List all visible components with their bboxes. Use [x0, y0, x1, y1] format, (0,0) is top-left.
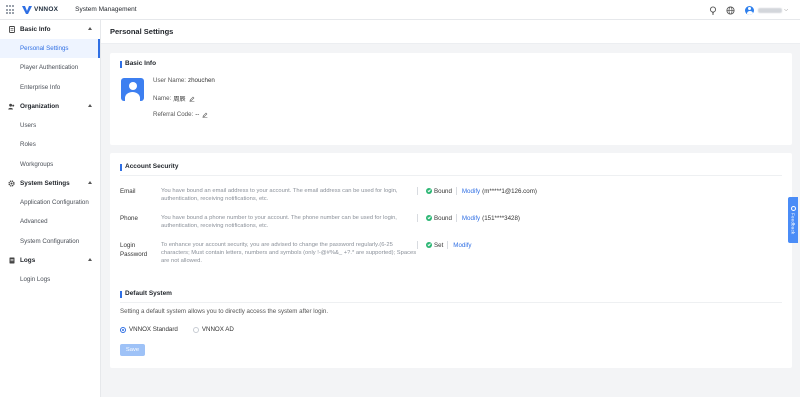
gear-icon — [8, 180, 15, 187]
divider — [120, 302, 782, 303]
save-button[interactable]: Save — [120, 344, 145, 356]
brand-logo[interactable]: VNNOX — [22, 5, 59, 14]
default-system-description: Setting a default system allows you to d… — [120, 308, 329, 315]
check-circle-icon — [426, 188, 432, 194]
sidebar-group-system-settings[interactable]: System Settings — [0, 174, 100, 193]
sidebar: Basic Info Personal Settings Player Auth… — [0, 20, 101, 397]
profile-avatar-icon — [121, 78, 144, 101]
edit-name-icon[interactable] — [189, 96, 195, 102]
collapse-caret-icon[interactable] — [88, 27, 92, 30]
default-system-title: Default System — [120, 290, 172, 298]
feedback-label: Feedback — [790, 212, 796, 235]
radio-vnnox-standard[interactable] — [120, 326, 126, 333]
log-icon — [8, 257, 15, 264]
sidebar-item-enterprise-info[interactable]: Enterprise Info — [0, 78, 100, 97]
password-status: Set Modify — [417, 241, 472, 249]
bulb-icon[interactable] — [708, 5, 718, 15]
password-status-text: Set — [434, 241, 444, 249]
check-circle-icon — [426, 242, 432, 248]
divider — [447, 241, 449, 249]
phone-status: Bound Modify (151****3428) — [417, 214, 520, 222]
divider — [417, 187, 418, 195]
divider — [417, 241, 418, 249]
brand-name: VNNOX — [34, 6, 59, 13]
user-name-label: User Name: — [153, 77, 187, 84]
sidebar-item-users[interactable]: Users — [0, 116, 100, 135]
user-group-icon — [8, 103, 15, 110]
sidebar-item-advanced[interactable]: Advanced — [0, 212, 100, 231]
name-value: 周辰 — [173, 96, 186, 103]
basic-info-card: Basic Info User Name: zhouchen Name: 周辰 … — [110, 53, 792, 145]
divider — [455, 187, 457, 195]
user-name[interactable] — [758, 7, 783, 13]
basic-info-title: Basic Info — [120, 60, 156, 68]
sidebar-item-login-logs[interactable]: Login Logs — [0, 270, 100, 289]
sidebar-item-application-configuration[interactable]: Application Configuration — [0, 193, 100, 212]
sidebar-item-personal-settings[interactable]: Personal Settings — [0, 39, 100, 59]
email-detail: (m*****1@126.com) — [482, 187, 537, 195]
document-icon — [8, 26, 15, 33]
sidebar-group-label: System Settings — [20, 179, 70, 187]
modify-email-link[interactable]: Modify — [462, 188, 480, 195]
referral-code-value: -- — [195, 111, 200, 118]
sidebar-group-label: Basic Info — [20, 26, 51, 33]
email-status-text: Bound — [434, 187, 452, 195]
user-avatar[interactable] — [745, 5, 755, 15]
divider — [417, 214, 418, 222]
globe-icon[interactable] — [725, 5, 735, 15]
sidebar-group-label: Organization — [20, 102, 60, 110]
sidebar-group-basic-info[interactable]: Basic Info — [0, 20, 100, 39]
feedback-tab[interactable]: Feedback — [788, 197, 798, 243]
phone-status-text: Bound — [434, 214, 452, 222]
chevron-down-icon[interactable]: ⌵ — [784, 7, 788, 13]
sidebar-group-organization[interactable]: Organization — [0, 97, 100, 116]
referral-code-label: Referral Code: — [153, 111, 194, 118]
check-circle-icon — [426, 215, 432, 221]
sidebar-item-player-authentication[interactable]: Player Authentication — [0, 58, 100, 77]
divider — [455, 214, 457, 222]
email-status: Bound Modify (m*****1@126.com) — [417, 187, 537, 195]
email-label: Email — [120, 188, 136, 195]
app-title: System Management — [75, 6, 137, 13]
user-name-value: zhouchen — [188, 77, 215, 84]
phone-description: You have bound a phone number to your ac… — [161, 215, 397, 229]
name-row: Name: 周辰 — [153, 94, 195, 103]
password-label: Login Password — [120, 242, 148, 258]
name-label: Name: — [153, 95, 172, 102]
email-description: You have bound an email address to your … — [161, 188, 398, 202]
sidebar-item-system-configuration[interactable]: System Configuration — [0, 231, 100, 250]
account-security-title: Account Security — [120, 163, 178, 171]
account-security-card: Account Security Email You have bound an… — [110, 153, 792, 290]
radio-label[interactable]: VNNOX Standard — [129, 326, 178, 333]
app-grid-icon[interactable] — [0, 0, 20, 20]
sidebar-item-workgroups[interactable]: Workgroups — [0, 154, 100, 173]
radio-label[interactable]: VNNOX AD — [202, 326, 234, 333]
user-name-row: User Name: zhouchen — [153, 77, 215, 84]
collapse-caret-icon[interactable] — [88, 103, 92, 107]
page-title: Personal Settings — [101, 20, 800, 44]
sidebar-group-logs[interactable]: Logs — [0, 251, 100, 270]
top-bar: VNNOX System Management ⌵ — [0, 0, 800, 20]
default-system-options: VNNOX Standard VNNOX AD — [120, 326, 249, 333]
modify-phone-link[interactable]: Modify — [462, 215, 480, 222]
password-description: To enhance your account security, you ar… — [161, 242, 417, 264]
modify-password-link[interactable]: Modify — [453, 242, 471, 249]
feedback-icon — [790, 205, 796, 211]
edit-referral-icon[interactable] — [202, 112, 208, 118]
referral-code-row: Referral Code: -- — [153, 111, 208, 118]
vnnox-logo-icon — [22, 5, 32, 14]
collapse-caret-icon[interactable] — [88, 180, 92, 184]
phone-label: Phone — [120, 215, 138, 222]
radio-vnnox-ad[interactable] — [192, 326, 199, 333]
collapse-caret-icon[interactable] — [88, 257, 92, 261]
phone-detail: (151****3428) — [482, 214, 520, 222]
sidebar-item-roles[interactable]: Roles — [0, 135, 100, 154]
sidebar-group-label: Logs — [20, 256, 36, 264]
divider — [120, 175, 782, 176]
default-system-card: Default System Setting a default system … — [110, 284, 792, 368]
main-content: Personal Settings Basic Info User Name: … — [101, 20, 800, 397]
